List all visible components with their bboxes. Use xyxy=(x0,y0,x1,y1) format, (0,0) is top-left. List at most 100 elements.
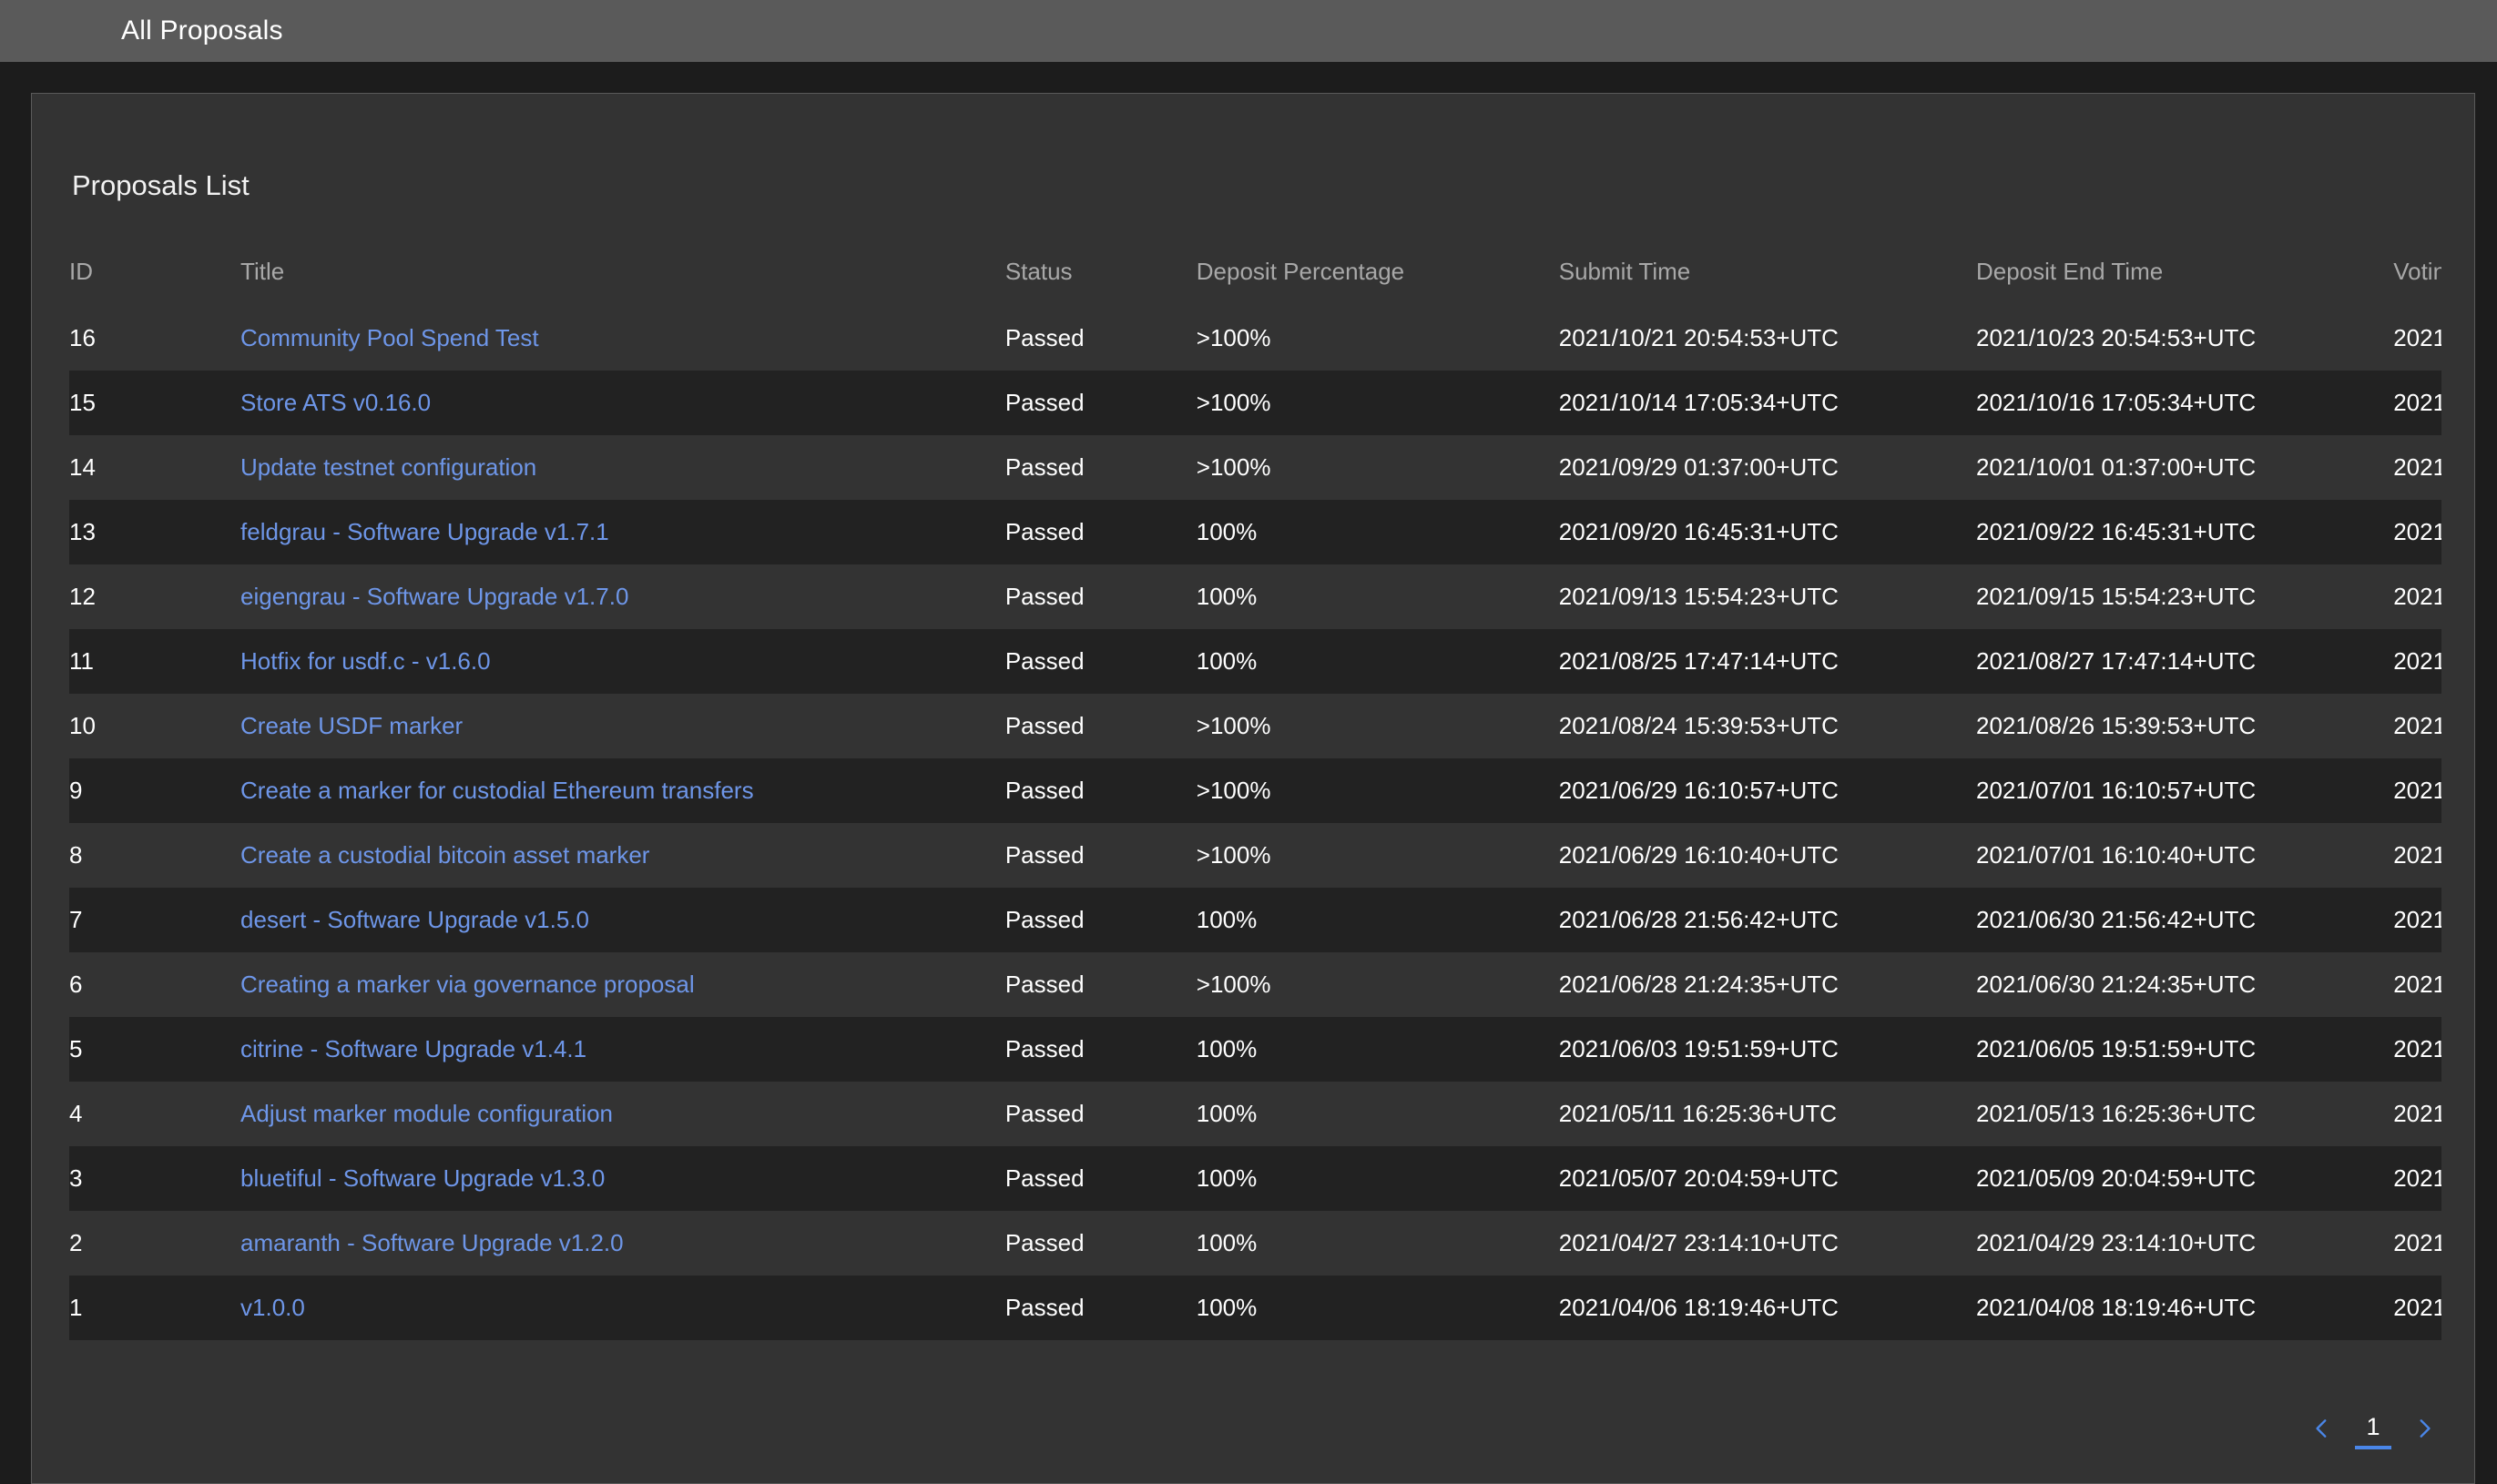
table-row[interactable]: 4 Adjust marker module configuration Passe… xyxy=(69,1082,2441,1146)
column-header-voting-time[interactable]: Voting xyxy=(2393,237,2441,306)
cell-deposit-percentage: 100% xyxy=(1196,1035,1258,1062)
chevron-right-icon[interactable] xyxy=(2406,1410,2442,1447)
cell-id: 12 xyxy=(69,583,96,610)
cell-deposit-end-time: 2021/10/01 01:37:00+UTC xyxy=(1975,453,2257,481)
proposal-title-link[interactable]: Creating a marker via governance proposa… xyxy=(240,971,695,998)
cell-deposit-percentage: >100% xyxy=(1196,971,1271,998)
proposal-title-link[interactable]: Hotfix for usdf.c - v1.6.0 xyxy=(240,647,491,675)
cell-status: Passed xyxy=(1004,1164,1085,1192)
cell-deposit-end-time: 2021/10/23 20:54:53+UTC xyxy=(1975,324,2257,351)
table-row[interactable]: 9 Create a marker for custodial Ethereum … xyxy=(69,758,2441,823)
cell-deposit-percentage: >100% xyxy=(1196,777,1271,804)
table-row[interactable]: 10 Create USDF marker Passed >100% 2021/08/2… xyxy=(69,694,2441,758)
cell-voting-time: 2021/1 xyxy=(2393,453,2441,481)
cell-submit-time: 2021/05/07 20:04:59+UTC xyxy=(1558,1164,1839,1192)
table-row[interactable]: 14 Update testnet configuration Passed >100… xyxy=(69,435,2441,500)
chevron-left-icon[interactable] xyxy=(2304,1410,2340,1447)
proposal-title-link[interactable]: Update testnet configuration xyxy=(240,453,536,481)
column-header-deposit-end-time[interactable]: Deposit End Time xyxy=(1976,237,2393,306)
cell-submit-time: 2021/10/21 20:54:53+UTC xyxy=(1558,324,1839,351)
cell-status: Passed xyxy=(1004,906,1085,933)
cell-id: 14 xyxy=(69,453,96,481)
cell-status: Passed xyxy=(1004,1100,1085,1127)
cell-deposit-end-time: 2021/07/01 16:10:40+UTC xyxy=(1975,841,2257,869)
table-row[interactable]: 7 desert - Software Upgrade v1.5.0 Passed 1… xyxy=(69,888,2441,952)
cell-title: feldgrau - Software Upgrade v1.7.1 xyxy=(240,500,1005,564)
proposal-title-link[interactable]: Create a marker for custodial Ethereum t… xyxy=(240,777,754,804)
cell-title: Create a marker for custodial Ethereum t… xyxy=(240,758,1005,823)
column-header-title[interactable]: Title xyxy=(240,237,1005,306)
proposal-title-link[interactable]: Adjust marker module configuration xyxy=(240,1100,613,1127)
proposal-title-link[interactable]: Create a custodial bitcoin asset marker xyxy=(240,841,649,869)
cell-deposit-end-time: 2021/09/22 16:45:31+UTC xyxy=(1975,518,2257,545)
table-row[interactable]: 2 amaranth - Software Upgrade v1.2.0 Passe… xyxy=(69,1211,2441,1276)
cell-deposit-end-time: 2021/04/08 18:19:46+UTC xyxy=(1975,1294,2257,1321)
cell-deposit-percentage: 100% xyxy=(1196,518,1258,545)
proposal-title-link[interactable]: desert - Software Upgrade v1.5.0 xyxy=(240,906,589,933)
cell-deposit-end-time: 2021/08/27 17:47:14+UTC xyxy=(1975,647,2257,675)
proposal-title-link[interactable]: citrine - Software Upgrade v1.4.1 xyxy=(240,1035,586,1062)
cell-status: Passed xyxy=(1004,1035,1085,1062)
cell-title: eigengrau - Software Upgrade v1.7.0 xyxy=(240,564,1005,629)
cell-deposit-end-time: 2021/05/09 20:04:59+UTC xyxy=(1975,1164,2257,1192)
cell-deposit-end-time: 2021/06/30 21:56:42+UTC xyxy=(1975,906,2257,933)
column-header-deposit-percentage[interactable]: Deposit Percentage xyxy=(1197,237,1559,306)
cell-deposit-end-time: 2021/07/01 16:10:57+UTC xyxy=(1975,777,2257,804)
cell-voting-time: 2021/0 xyxy=(2393,1294,2441,1321)
proposal-title-link[interactable]: bluetiful - Software Upgrade v1.3.0 xyxy=(240,1164,605,1192)
cell-status: Passed xyxy=(1004,647,1085,675)
cell-voting-time: 2021/0 xyxy=(2393,841,2441,869)
table-row[interactable]: 3 bluetiful - Software Upgrade v1.3.0 Pass… xyxy=(69,1146,2441,1211)
table-row[interactable]: 11 Hotfix for usdf.c - v1.6.0 Passed 100% 20… xyxy=(69,629,2441,694)
cell-deposit-percentage: 100% xyxy=(1196,1100,1258,1127)
page-title: All Proposals xyxy=(121,15,283,46)
table-row[interactable]: 6 Creating a marker via governance propos… xyxy=(69,952,2441,1017)
cell-deposit-percentage: 100% xyxy=(1196,1164,1258,1192)
column-header-id[interactable]: ID xyxy=(69,237,240,306)
cell-id: 13 xyxy=(69,518,96,545)
table-row[interactable]: 13 feldgrau - Software Upgrade v1.7.1 Pass… xyxy=(69,500,2441,564)
table-row[interactable]: 15 Store ATS v0.16.0 Passed >100% 2021/10/14… xyxy=(69,371,2441,435)
proposal-title-link[interactable]: Community Pool Spend Test xyxy=(240,324,539,351)
proposal-title-link[interactable]: amaranth - Software Upgrade v1.2.0 xyxy=(240,1229,624,1256)
cell-status: Passed xyxy=(1004,1294,1085,1321)
cell-deposit-end-time: 2021/06/30 21:24:35+UTC xyxy=(1975,971,2257,998)
proposals-card: Proposals List ID Title Status Deposit P… xyxy=(31,93,2475,1484)
proposal-title-link[interactable]: Store ATS v0.16.0 xyxy=(240,389,431,416)
table-row[interactable]: 16 Community Pool Spend Test Passed >100% 20… xyxy=(69,306,2441,371)
cell-title: Community Pool Spend Test xyxy=(240,306,1005,371)
cell-deposit-end-time: 2021/08/26 15:39:53+UTC xyxy=(1975,712,2257,739)
table-row[interactable]: 12 eigengrau - Software Upgrade v1.7.0 Pas… xyxy=(69,564,2441,629)
cell-title: Creating a marker via governance proposa… xyxy=(240,952,1005,1017)
proposal-title-link[interactable]: feldgrau - Software Upgrade v1.7.1 xyxy=(240,518,609,545)
cell-id: 3 xyxy=(69,1164,83,1192)
cell-submit-time: 2021/09/29 01:37:00+UTC xyxy=(1558,453,1839,481)
cell-submit-time: 2021/04/06 18:19:46+UTC xyxy=(1558,1294,1839,1321)
cell-status: Passed xyxy=(1004,841,1085,869)
cell-id: 10 xyxy=(69,712,96,739)
table-header-row: ID Title Status Deposit Percentage Submi… xyxy=(69,237,2441,306)
column-header-submit-time[interactable]: Submit Time xyxy=(1559,237,1976,306)
cell-id: 1 xyxy=(69,1294,83,1321)
proposal-title-link[interactable]: v1.0.0 xyxy=(240,1294,305,1321)
page-number-1[interactable]: 1 xyxy=(2355,1408,2391,1449)
proposal-title-link[interactable]: eigengrau - Software Upgrade v1.7.0 xyxy=(240,583,628,610)
cell-id: 7 xyxy=(69,906,83,933)
proposals-table-scroll[interactable]: ID Title Status Deposit Percentage Submi… xyxy=(69,237,2441,1350)
cell-deposit-end-time: 2021/05/13 16:25:36+UTC xyxy=(1975,1100,2257,1127)
table-row[interactable]: 5 citrine - Software Upgrade v1.4.1 Passed… xyxy=(69,1017,2441,1082)
cell-deposit-percentage: 100% xyxy=(1196,906,1258,933)
column-header-status[interactable]: Status xyxy=(1005,237,1197,306)
table-row[interactable]: 8 Create a custodial bitcoin asset marker… xyxy=(69,823,2441,888)
cell-id: 6 xyxy=(69,971,83,998)
cell-submit-time: 2021/06/29 16:10:57+UTC xyxy=(1558,777,1839,804)
card-title: Proposals List xyxy=(72,169,250,201)
cell-voting-time: 2021/0 xyxy=(2393,518,2441,545)
cell-id: 9 xyxy=(69,777,83,804)
proposals-table: ID Title Status Deposit Percentage Submi… xyxy=(69,237,2441,1340)
cell-deposit-percentage: 100% xyxy=(1196,1229,1258,1256)
proposal-title-link[interactable]: Create USDF marker xyxy=(240,712,463,739)
cell-submit-time: 2021/06/28 21:24:35+UTC xyxy=(1558,971,1839,998)
table-body: 1 6 Community Pool Spend Test Passed >100% 20… xyxy=(69,306,2441,1340)
table-row[interactable]: 1 v1.0.0 Passed 100% 2021/04/06 18:19:46+UTC… xyxy=(69,1276,2441,1340)
